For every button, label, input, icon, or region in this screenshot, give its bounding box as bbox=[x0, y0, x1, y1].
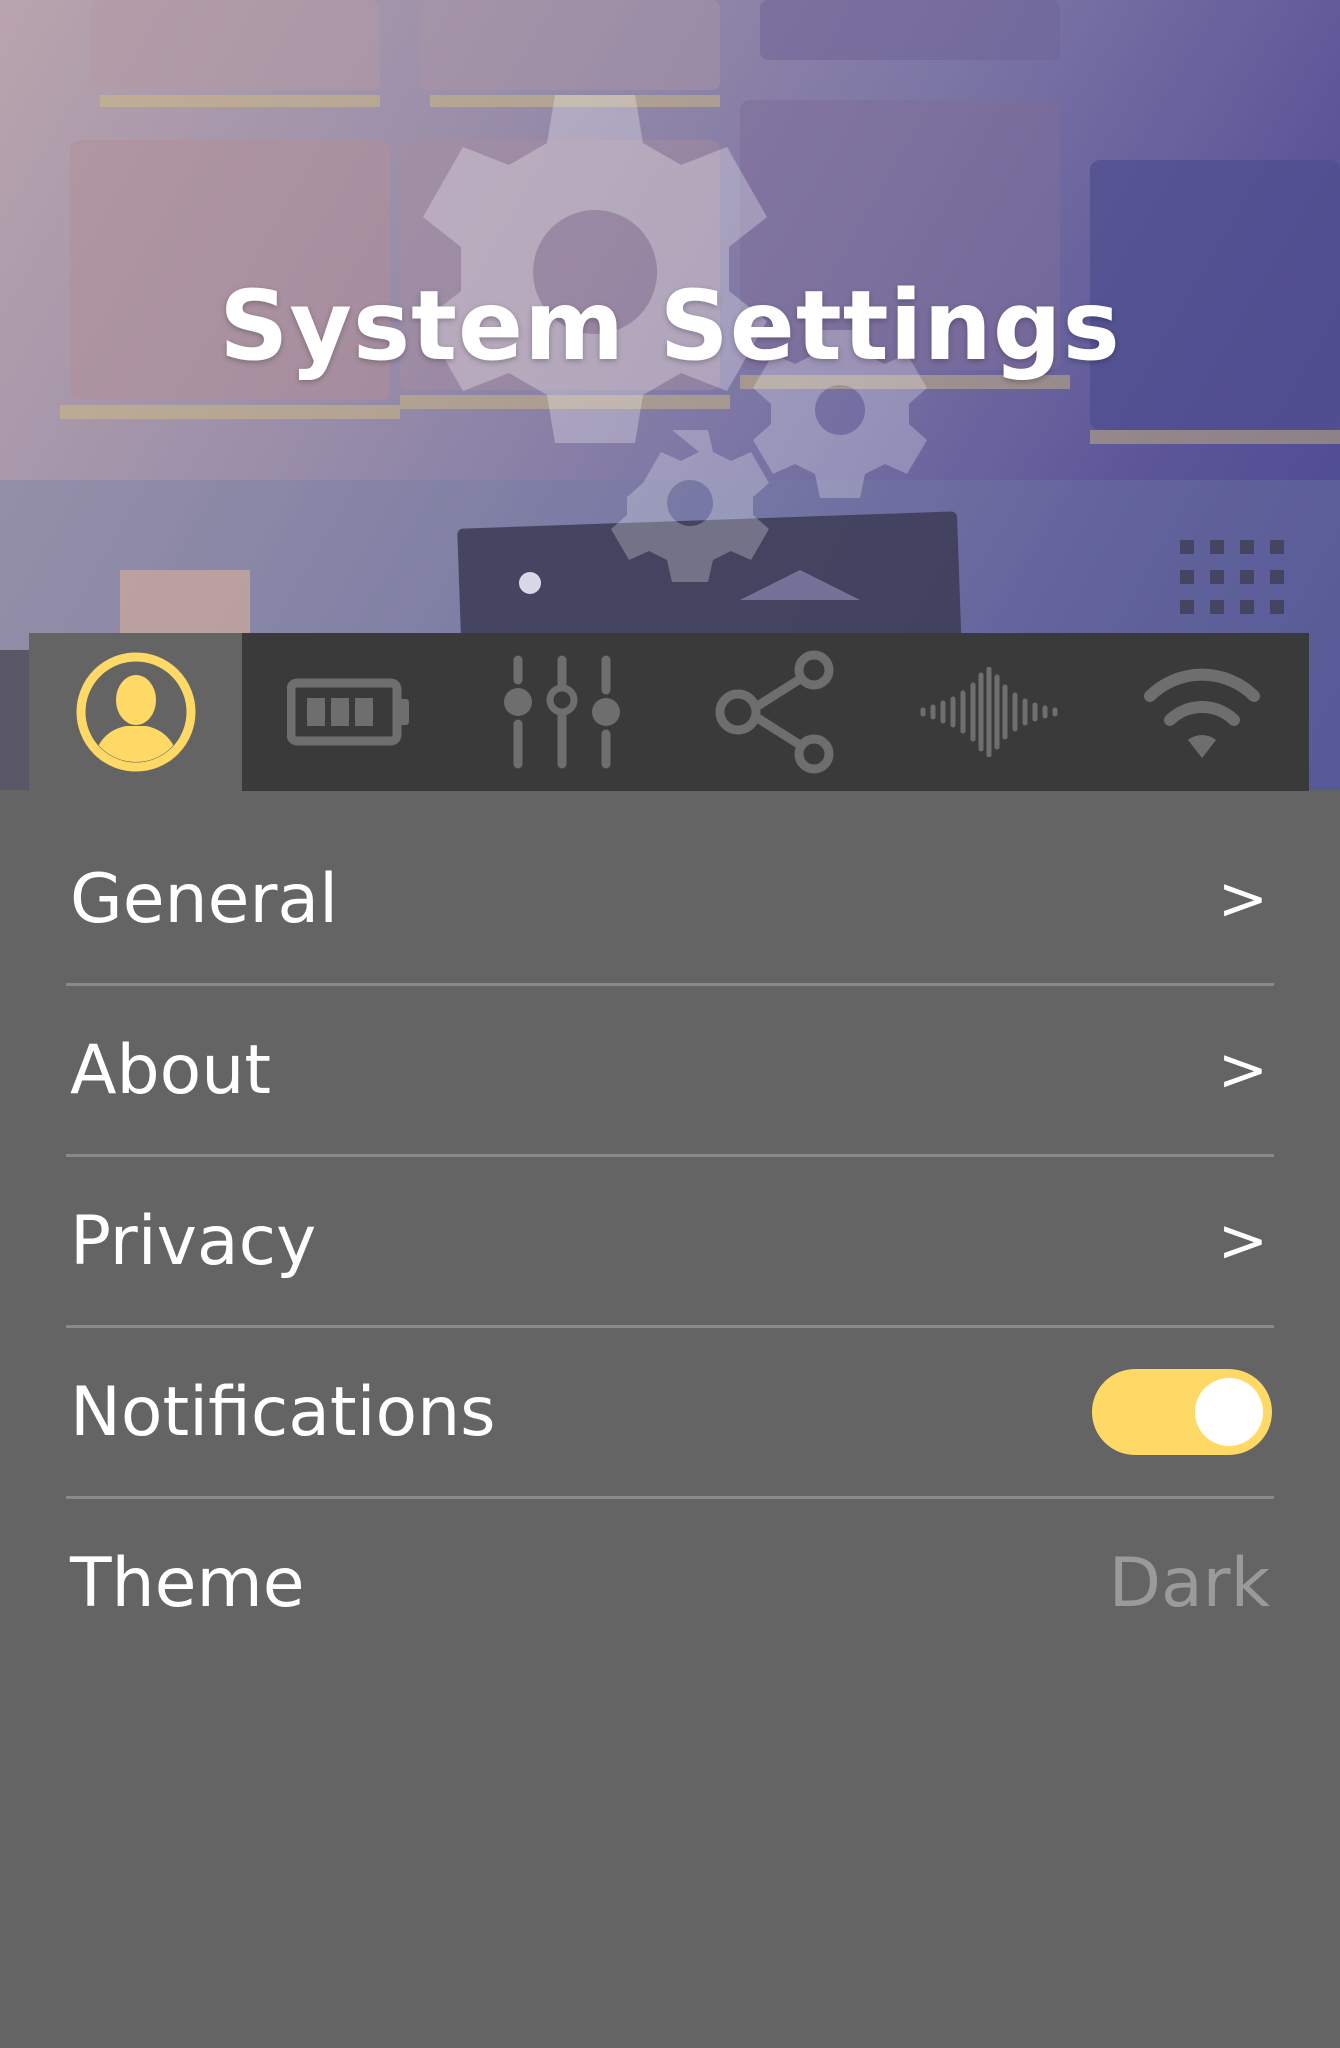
tab-wifi[interactable] bbox=[1096, 633, 1309, 791]
row-label: Notifications bbox=[70, 1372, 496, 1452]
category-tab-bar bbox=[29, 633, 1309, 791]
settings-row-about[interactable]: About > bbox=[66, 986, 1274, 1157]
tab-user[interactable] bbox=[29, 633, 243, 791]
notifications-toggle[interactable] bbox=[1092, 1369, 1272, 1455]
settings-list: General > About > Privacy > Notification… bbox=[66, 815, 1274, 1667]
share-icon bbox=[715, 650, 834, 774]
settings-row-theme[interactable]: Theme Dark bbox=[66, 1499, 1274, 1667]
row-label: Privacy bbox=[70, 1201, 317, 1281]
sound-wave-icon bbox=[920, 667, 1058, 757]
toggle-knob bbox=[1195, 1378, 1263, 1446]
tab-sliders[interactable] bbox=[456, 633, 669, 791]
chevron-right-icon: > bbox=[1217, 1035, 1268, 1105]
tab-battery[interactable] bbox=[242, 633, 455, 791]
chevron-right-icon: > bbox=[1217, 1206, 1268, 1276]
theme-value: Dark bbox=[1108, 1543, 1270, 1623]
sliders-icon bbox=[504, 655, 621, 769]
tab-share[interactable] bbox=[669, 633, 882, 791]
row-label: Theme bbox=[70, 1543, 305, 1623]
chevron-right-icon: > bbox=[1217, 864, 1268, 934]
settings-screen: System Settings General > About > Privac… bbox=[0, 0, 1340, 2048]
tab-sound[interactable] bbox=[882, 633, 1095, 791]
row-label: About bbox=[70, 1030, 272, 1110]
page-title: System Settings bbox=[219, 270, 1121, 382]
battery-icon bbox=[286, 678, 409, 746]
settings-row-notifications: Notifications bbox=[66, 1328, 1274, 1499]
settings-row-privacy[interactable]: Privacy > bbox=[66, 1157, 1274, 1328]
user-icon bbox=[76, 652, 196, 772]
settings-row-general[interactable]: General > bbox=[66, 815, 1274, 986]
wifi-icon bbox=[1144, 668, 1261, 758]
row-label: General bbox=[70, 859, 338, 939]
